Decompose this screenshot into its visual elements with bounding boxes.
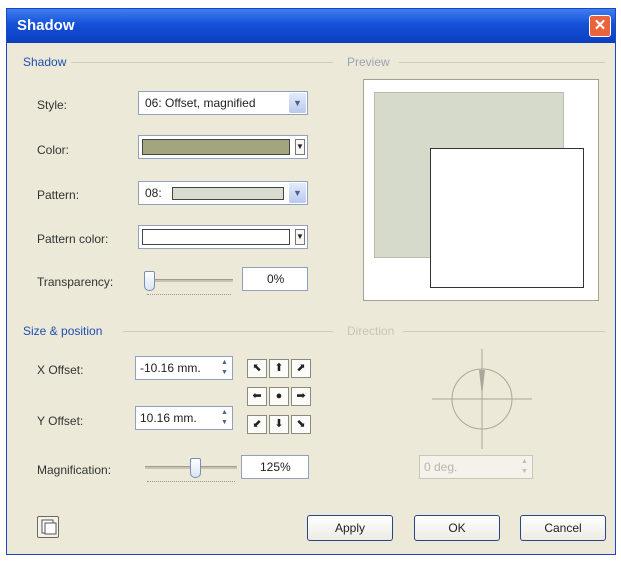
help-icon — [41, 519, 57, 535]
color-label: Color: — [37, 143, 70, 157]
direction-field: 0 deg. ▲ ▼ — [419, 455, 533, 479]
transparency-slider-thumb[interactable] — [144, 271, 155, 291]
y-offset-value: 10.16 mm. — [140, 411, 197, 425]
preview-shape — [430, 148, 584, 288]
magnification-slider-thumb[interactable] — [190, 458, 201, 478]
x-offset-label: X Offset: — [37, 363, 84, 377]
x-offset-field[interactable]: -10.16 mm. ▲ ▼ — [135, 356, 233, 380]
size-position-group-title: Size & position — [23, 324, 103, 338]
nudge-down-right-button[interactable]: ⬊ — [291, 415, 311, 434]
color-swatch — [142, 139, 290, 155]
pattern-color-label: Pattern color: — [37, 232, 109, 246]
y-offset-label: Y Offset: — [37, 414, 84, 428]
preview-group-divider — [399, 62, 605, 63]
pattern-color-combo[interactable]: ▼ — [138, 225, 308, 249]
nudge-down-button[interactable]: ⬇ — [269, 415, 289, 434]
ok-button[interactable]: OK — [414, 515, 500, 541]
nudge-up-right-button[interactable]: ⬈ — [291, 359, 311, 378]
magnification-label: Magnification: — [37, 463, 112, 477]
shadow-dialog: Shadow ✕ Shadow Style: 06: Offset, magni… — [6, 8, 616, 555]
help-button[interactable] — [37, 516, 59, 538]
pattern-swatch — [172, 187, 284, 200]
magnification-value: 125% — [260, 460, 291, 474]
nudge-up-button[interactable]: ⬆ — [269, 359, 289, 378]
direction-group-title: Direction — [347, 324, 395, 338]
magnification-slider-ticks — [147, 481, 235, 484]
chevron-down-icon[interactable]: ▼ — [295, 139, 305, 155]
title-bar: Shadow ✕ — [7, 9, 615, 43]
close-button[interactable]: ✕ — [589, 15, 611, 37]
magnification-field[interactable]: 125% — [241, 455, 309, 479]
transparency-label: Transparency: — [37, 275, 114, 289]
pattern-label: Pattern: — [37, 188, 80, 202]
style-combo[interactable]: 06: Offset, magnified ▼ — [138, 91, 308, 115]
transparency-field[interactable]: 0% — [242, 267, 308, 291]
preview-pane — [363, 79, 599, 301]
spin-arrows-icon[interactable]: ▲ ▼ — [218, 358, 231, 378]
chevron-down-icon[interactable]: ▼ — [289, 183, 306, 203]
spin-arrows-icon[interactable]: ▲ ▼ — [218, 408, 231, 428]
pattern-combo-value: 08: — [145, 186, 162, 200]
chevron-down-icon[interactable]: ▼ — [295, 229, 305, 245]
cancel-button[interactable]: Cancel — [520, 515, 606, 541]
direction-dial — [432, 349, 532, 449]
direction-value: 0 deg. — [424, 460, 458, 474]
preview-group-title: Preview — [347, 55, 390, 69]
shadow-group-title: Shadow — [23, 55, 67, 69]
dialog-title: Shadow — [17, 17, 75, 34]
nudge-down-left-button[interactable]: ⬋ — [247, 415, 267, 434]
style-label: Style: — [37, 98, 68, 112]
size-position-group-divider — [123, 331, 333, 332]
spin-arrows-icon: ▲ ▼ — [521, 458, 528, 475]
x-offset-value: -10.16 mm. — [140, 361, 201, 375]
transparency-slider-ticks — [147, 294, 231, 297]
shadow-group-divider — [71, 62, 333, 63]
direction-group-divider — [403, 331, 605, 332]
y-offset-field[interactable]: 10.16 mm. ▲ ▼ — [135, 406, 233, 430]
style-combo-value: 06: Offset, magnified — [145, 96, 256, 110]
apply-button[interactable]: Apply — [307, 515, 393, 541]
pattern-combo[interactable]: 08: ▼ — [138, 181, 308, 205]
chevron-down-icon[interactable]: ▼ — [289, 93, 306, 113]
nudge-center-button[interactable]: ● — [269, 387, 289, 406]
nudge-right-button[interactable]: ➡ — [291, 387, 311, 406]
color-combo[interactable]: ▼ — [138, 135, 308, 159]
pattern-color-swatch — [142, 229, 290, 245]
nudge-up-left-button[interactable]: ⬉ — [247, 359, 267, 378]
transparency-slider-track — [145, 279, 233, 282]
transparency-value: 0% — [267, 272, 285, 286]
nudge-left-button[interactable]: ⬅ — [247, 387, 267, 406]
